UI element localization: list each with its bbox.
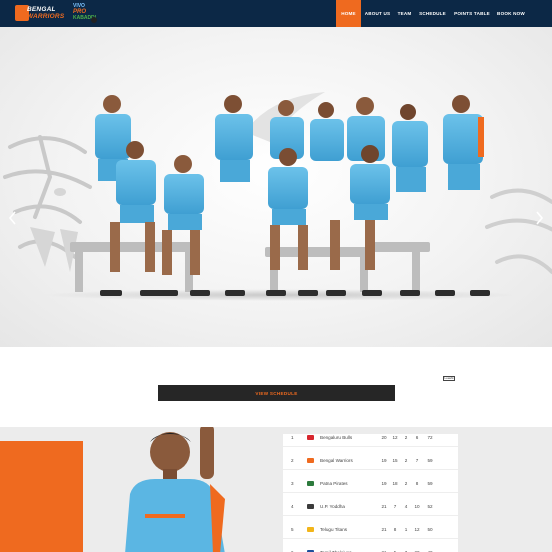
logo-wordmark: Bengal Warriors	[27, 6, 64, 20]
team-logo-icon	[307, 450, 315, 470]
view-schedule-button[interactable]: VIEW SCHEDULE	[158, 385, 395, 401]
lost: 1	[404, 526, 408, 532]
team-logo-icon	[307, 542, 315, 552]
won: 5	[393, 549, 397, 552]
logo-line1: Bengal	[27, 6, 56, 13]
logo-line2: Warriors	[27, 13, 65, 20]
lost: 4	[404, 503, 408, 509]
main-nav: HOME ABOUT US TEAM SCHEDULE POINTS TABLE…	[336, 0, 528, 27]
won: 7	[393, 503, 397, 509]
lost: 2	[404, 480, 408, 486]
table-row[interactable]: 2 Bengal Warriors 19 15 2 7 59	[283, 450, 458, 470]
page: Bengal Warriors VIVO PRO KABADDI HOME AB…	[0, 0, 552, 552]
team-name: Telugu Titans	[320, 526, 348, 532]
played: 21	[381, 549, 387, 552]
star-badge-icon	[91, 17, 97, 23]
nav-team[interactable]: TEAM	[394, 0, 415, 27]
orange-accent-block	[0, 441, 83, 552]
rank: 5	[291, 526, 294, 532]
team-name: Bengal Warriors	[320, 457, 353, 463]
points: 59	[427, 457, 433, 463]
team-logo-icon	[307, 519, 315, 539]
rank: 6	[291, 549, 294, 552]
nav-about-us[interactable]: ABOUT US	[361, 0, 394, 27]
team-photo	[70, 95, 490, 296]
team-logo-icon	[307, 427, 315, 447]
team-logo[interactable]: Bengal Warriors	[15, 3, 70, 24]
drawn: 6	[415, 434, 419, 440]
small-badge[interactable]: Loasht	[443, 376, 455, 381]
rank: 1	[291, 434, 294, 440]
lost: 3	[404, 549, 408, 552]
table-row[interactable]: 3 Patna Pirates 19 18 2 8 59	[283, 473, 458, 493]
played: 19	[381, 480, 387, 486]
schedule-cta-section: Loasht VIEW SCHEDULE	[0, 347, 552, 427]
rank: 2	[291, 457, 294, 463]
team-name: Bengaluru Bulls	[320, 434, 353, 440]
played: 19	[381, 457, 387, 463]
drawn: 10	[414, 503, 420, 509]
won: 18	[392, 480, 398, 486]
nav-points-table[interactable]: POINTS TABLE	[450, 0, 494, 27]
featured-player-image	[125, 427, 225, 552]
carousel-prev-icon[interactable]	[8, 211, 18, 225]
team-name: Patna Pirates	[320, 480, 348, 486]
won: 12	[392, 434, 398, 440]
team-logo-icon	[307, 496, 315, 516]
table-row[interactable]: 4 U.P. Yoddha 21 7 4 10 52	[283, 496, 458, 516]
team-name: Tamil Thalaivas	[320, 549, 352, 552]
nav-home[interactable]: HOME	[336, 0, 361, 27]
team-name: U.P. Yoddha	[320, 503, 345, 509]
points: 52	[427, 503, 433, 509]
won: 8	[393, 526, 397, 532]
played: 20	[381, 434, 387, 440]
played: 21	[381, 503, 387, 509]
table-row[interactable]: 5 Telugu Titans 21 8 1 12 50	[283, 519, 458, 539]
points: 72	[427, 434, 433, 440]
table-row[interactable]: 1 Bengaluru Bulls 20 12 2 6 72	[283, 427, 458, 447]
nav-schedule[interactable]: SCHEDULE	[415, 0, 450, 27]
top-navbar: Bengal Warriors VIVO PRO KABADDI HOME AB…	[0, 0, 552, 27]
drawn: 20	[414, 549, 420, 552]
rank: 4	[291, 503, 294, 509]
played: 21	[381, 526, 387, 532]
carousel-next-icon[interactable]	[534, 211, 544, 225]
points: 50	[427, 526, 433, 532]
nav-book-now[interactable]: BOOK NOW	[494, 0, 528, 27]
table-row[interactable]: 6 Tamil Thalaivas 21 5 3 20 40	[283, 542, 458, 552]
points: 40	[427, 549, 433, 552]
lost: 2	[404, 457, 408, 463]
drawn: 12	[414, 526, 420, 532]
drawn: 7	[415, 457, 419, 463]
team-logo-icon	[307, 473, 315, 493]
points: 59	[427, 480, 433, 486]
drawn: 8	[415, 480, 419, 486]
rank: 3	[291, 480, 294, 486]
won: 15	[392, 457, 398, 463]
points-table: 1 Bengaluru Bulls 20 12 2 6 72 2 Bengal …	[283, 434, 458, 552]
team-standings-section: 1 Bengaluru Bulls 20 12 2 6 72 2 Bengal …	[0, 427, 552, 552]
lost: 2	[404, 434, 408, 440]
hero-banner	[0, 27, 552, 347]
